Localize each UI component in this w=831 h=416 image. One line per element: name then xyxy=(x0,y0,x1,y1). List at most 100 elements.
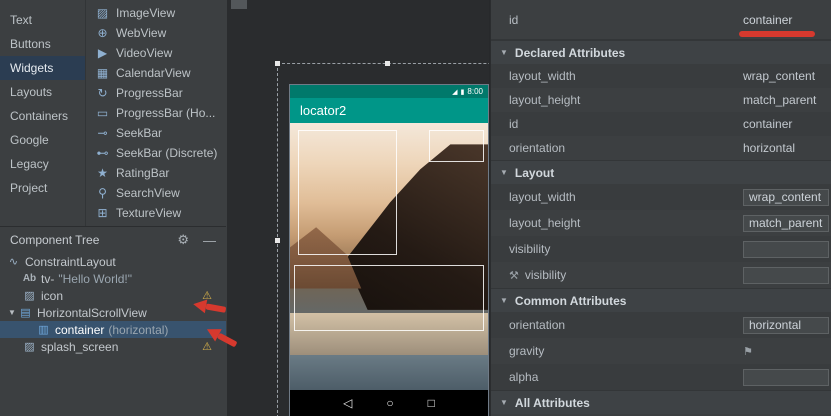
tree-item-label: tv- xyxy=(41,272,54,286)
palette-item-searchview[interactable]: ⚲ SearchView xyxy=(87,183,226,203)
palette-item-imageview[interactable]: ▨ ImageView xyxy=(87,3,226,23)
palette-item-label: RatingBar xyxy=(116,166,169,180)
attr-input-field[interactable]: match_parent xyxy=(743,215,829,232)
attr-value-field[interactable]: horizontal xyxy=(743,141,831,155)
section-declared-attributes[interactable]: ▼ Declared Attributes xyxy=(491,40,831,64)
gear-icon[interactable]: ⚙ xyxy=(177,232,189,248)
attr-input-field[interactable] xyxy=(743,369,829,386)
progressbar-icon: ↻ xyxy=(95,86,110,100)
palette-item-label: CalendarView xyxy=(116,66,191,80)
attr-row-gravity[interactable]: gravity ⚑ xyxy=(491,338,831,364)
view-bounds-rect[interactable] xyxy=(298,130,397,255)
common-attributes-rows: orientation horizontal gravity ⚑ alpha xyxy=(491,312,831,390)
section-title: Common Attributes xyxy=(515,294,627,308)
palette-item-label: SearchView xyxy=(116,186,180,200)
palette-item-ratingbar[interactable]: ★ RatingBar xyxy=(87,163,226,183)
attr-row-visibility[interactable]: visibility xyxy=(491,236,831,262)
palette-item-label: WebView xyxy=(116,26,166,40)
flag-icon[interactable]: ⚑ xyxy=(743,346,753,358)
palette-item-seekbar[interactable]: ⊸ SeekBar xyxy=(87,123,226,143)
attr-row-orientation[interactable]: orientation horizontal xyxy=(491,136,831,160)
palette-item-label: ImageView xyxy=(116,6,175,20)
attr-value-field[interactable]: match_parent xyxy=(743,93,831,107)
palette-item-textureview[interactable]: ⊞ TextureView xyxy=(87,203,226,223)
palette-item-webview[interactable]: ⊕ WebView xyxy=(87,23,226,43)
attr-label-text: visibility xyxy=(525,268,566,282)
attr-id-value-field[interactable]: container xyxy=(743,13,831,27)
annotation-underline-container-id xyxy=(739,31,815,37)
attr-value-field[interactable]: wrap_content xyxy=(743,69,831,83)
tree-item-label: container xyxy=(55,323,104,337)
signal-icon: ◢ xyxy=(452,88,457,96)
attr-input-field[interactable] xyxy=(743,241,829,258)
palette-item-seekbar-discrete[interactable]: ⊷ SeekBar (Discrete) xyxy=(87,143,226,163)
background-photo[interactable] xyxy=(290,123,488,390)
attr-input-field[interactable] xyxy=(743,267,829,284)
tree-item-constraintlayout[interactable]: ∿ ConstraintLayout xyxy=(0,253,226,270)
palette-category-legacy[interactable]: Legacy xyxy=(0,152,85,176)
tree-item-text-value: "Hello World!" xyxy=(58,272,132,286)
device-preview[interactable]: ◢ ▮ 8:00 locator2 ◁ ○ □ xyxy=(290,85,488,416)
attr-row-layout-width[interactable]: layout_width wrap_content xyxy=(491,184,831,210)
palette-item-label: SeekBar (Discrete) xyxy=(116,146,217,160)
tree-item-container[interactable]: ▥ container (horizontal) xyxy=(0,321,226,338)
palette-category-layouts[interactable]: Layouts xyxy=(0,80,85,104)
attr-label: ⚒ visibility xyxy=(491,268,743,282)
tree-item-splash-screen[interactable]: ▨ splash_screen ⚠ xyxy=(0,338,226,355)
palette-item-label: VideoView xyxy=(116,46,172,60)
palette-category-google[interactable]: Google xyxy=(0,128,85,152)
view-bounds-rect[interactable] xyxy=(429,130,484,162)
palette-item-videoview[interactable]: ▶ VideoView xyxy=(87,43,226,63)
palette-item-label: SeekBar xyxy=(116,126,162,140)
attr-value-field[interactable]: container xyxy=(743,117,831,131)
palette-category-text[interactable]: Text xyxy=(0,8,85,32)
palette-category-project[interactable]: Project xyxy=(0,176,85,200)
attr-row-layout-height[interactable]: layout_height match_parent xyxy=(491,210,831,236)
tree-item-label: HorizontalScrollView xyxy=(37,306,147,320)
attr-input-field[interactable]: wrap_content xyxy=(743,189,829,206)
warning-icon[interactable]: ⚠ xyxy=(202,340,212,353)
palette-item-progressbar-horizontal[interactable]: ▭ ProgressBar (Ho... xyxy=(87,103,226,123)
expand-arrow-icon[interactable]: ▼ xyxy=(6,308,18,317)
palette-category-widgets[interactable]: Widgets xyxy=(0,56,85,80)
chevron-down-icon: ▼ xyxy=(500,168,508,177)
progressbar-horizontal-icon: ▭ xyxy=(95,106,110,120)
view-bounds-rect[interactable] xyxy=(294,265,484,332)
hide-panel-icon[interactable]: — xyxy=(203,233,216,248)
home-icon: ○ xyxy=(386,396,393,410)
attr-row-id[interactable]: id container xyxy=(491,112,831,136)
section-common-attributes[interactable]: ▼ Common Attributes xyxy=(491,288,831,312)
attr-row-tools-visibility[interactable]: ⚒ visibility xyxy=(491,262,831,288)
declared-attributes-rows: layout_width wrap_content layout_height … xyxy=(491,64,831,160)
annotation-arrow-head xyxy=(192,297,207,313)
palette-category-containers[interactable]: Containers xyxy=(0,104,85,128)
attr-row-layout-height[interactable]: layout_height match_parent xyxy=(491,88,831,112)
photo-sea xyxy=(290,355,488,390)
selection-handle[interactable] xyxy=(275,61,280,66)
palette-item-progressbar[interactable]: ↻ ProgressBar xyxy=(87,83,226,103)
attr-row-layout-width[interactable]: layout_width wrap_content xyxy=(491,64,831,88)
android-nav-bar: ◁ ○ □ xyxy=(290,390,488,416)
section-all-attributes[interactable]: ▼ All Attributes xyxy=(491,390,831,414)
palette-item-calendarview[interactable]: ▦ CalendarView xyxy=(87,63,226,83)
section-title: All Attributes xyxy=(515,396,590,410)
tree-item-textview[interactable]: Ab tv- "Hello World!" xyxy=(0,270,226,287)
android-studio-layout-editor: Text Buttons Widgets Layouts Containers … xyxy=(0,0,831,416)
editor-tab-stub[interactable] xyxy=(231,0,247,9)
attr-label: layout_width xyxy=(491,69,743,83)
tree-item-icon[interactable]: ▨ icon ⚠ xyxy=(0,287,226,304)
palette-category-buttons[interactable]: Buttons xyxy=(0,32,85,56)
attr-input-field[interactable]: horizontal xyxy=(743,317,829,334)
selection-handle[interactable] xyxy=(275,238,280,243)
attributes-panel: id container ▼ Declared Attributes layou… xyxy=(490,0,831,416)
constraintlayout-icon: ∿ xyxy=(6,255,21,268)
section-layout[interactable]: ▼ Layout xyxy=(491,160,831,184)
attr-row-orientation[interactable]: orientation horizontal xyxy=(491,312,831,338)
attr-gravity-value[interactable]: ⚑ xyxy=(743,344,831,358)
back-icon: ◁ xyxy=(343,396,352,410)
selection-handle[interactable] xyxy=(385,61,390,66)
attr-label: alpha xyxy=(491,370,743,384)
attr-row-alpha[interactable]: alpha xyxy=(491,364,831,390)
attr-label: orientation xyxy=(491,318,743,332)
design-surface[interactable]: ◢ ▮ 8:00 locator2 ◁ ○ □ xyxy=(227,0,490,416)
